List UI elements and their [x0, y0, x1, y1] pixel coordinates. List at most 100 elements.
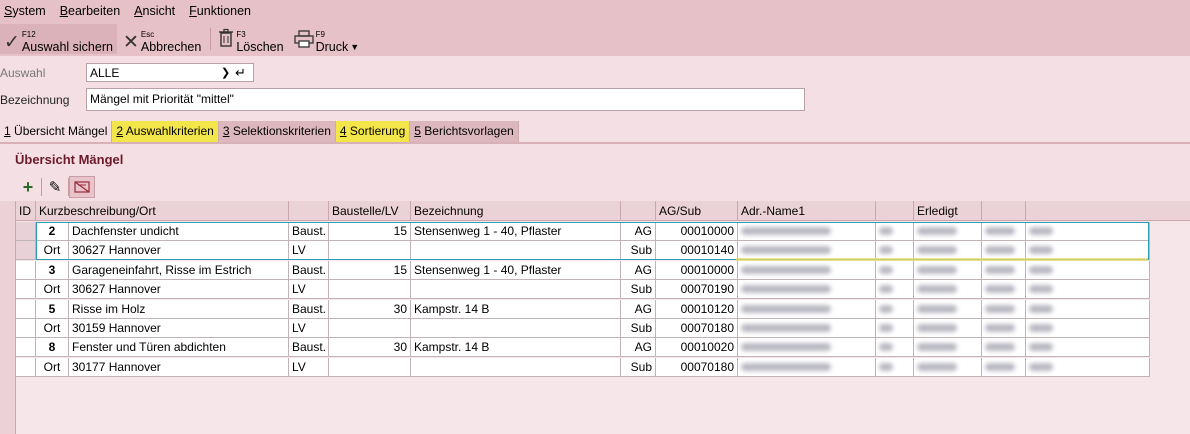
table-cell[interactable] [411, 357, 621, 377]
table-cell[interactable]: Stensenweg 1 - 40, Pflaster [411, 260, 621, 280]
table-cell[interactable]: Fenster und Türen abdichten [69, 338, 289, 358]
table-cell[interactable]: LV [289, 357, 329, 377]
table-cell[interactable]: LV [289, 319, 329, 338]
bezeichnung-input[interactable]: Mängel mit Priorität "mittel" [86, 88, 805, 111]
tab-auswahlkriterien[interactable]: 2 Auswahlkriterien [112, 121, 219, 142]
table-cell[interactable]: Sub [621, 241, 656, 261]
table-cell[interactable]: AG [621, 299, 656, 319]
table-row[interactable]: Ort 30159 Hannover LV Sub 00070180 [16, 319, 1151, 338]
column-header[interactable] [289, 201, 329, 221]
table-cell[interactable]: Ort [36, 241, 69, 261]
column-header[interactable]: Baustelle/LV [329, 201, 411, 221]
menu-funktionen[interactable]: Funktionen [189, 4, 251, 18]
table-cell[interactable]: LV [289, 241, 329, 261]
save-selection-button[interactable]: ✓ F12 Auswahl sichern [0, 24, 117, 54]
table-cell[interactable]: LV [289, 280, 329, 300]
row-header-cell[interactable] [16, 260, 36, 280]
auswahl-select[interactable]: ALLE ❯ ↵ [86, 63, 254, 82]
table-cell[interactable]: 5 [36, 299, 69, 319]
enter-icon[interactable]: ↵ [235, 65, 253, 81]
table-cell[interactable]: Dachfenster undicht [69, 222, 289, 241]
row-header-cell[interactable] [16, 280, 36, 300]
tab-sortierung[interactable]: 4 Sortierung [335, 121, 411, 142]
menu-bearbeiten[interactable]: Bearbeiten [60, 4, 120, 18]
table-row[interactable]: Ort 30627 Hannover LV Sub 00070190 [16, 280, 1151, 300]
row-header-cell[interactable] [16, 241, 36, 261]
menu-system[interactable]: System [4, 4, 46, 18]
table-cell[interactable] [329, 357, 411, 377]
table-cell[interactable]: 00010000 [656, 260, 738, 280]
table-cell[interactable]: Sub [621, 280, 656, 300]
table-cell[interactable]: 00010140 [656, 241, 738, 261]
table-cell[interactable]: 00010000 [656, 222, 738, 241]
table-cell[interactable]: AG [621, 260, 656, 280]
table-cell[interactable] [329, 280, 411, 300]
tab-uebersicht[interactable]: 1 Übersicht Mängel [0, 121, 113, 142]
table-cell[interactable]: 00070190 [656, 280, 738, 300]
table-row[interactable]: 2 Dachfenster undicht Baust. 15 Stensenweg 1… [16, 222, 1151, 241]
table-row[interactable]: 8 Fenster und Türen abdichten Baust. 30 Kamp… [16, 338, 1151, 358]
table-cell[interactable]: 15 [329, 222, 411, 241]
table-cell[interactable]: Kampstr. 14 B [411, 338, 621, 358]
row-header-cell[interactable] [16, 319, 36, 338]
table-cell[interactable]: 2 [36, 222, 69, 241]
column-header[interactable] [982, 201, 1026, 221]
table-cell[interactable]: AG [621, 338, 656, 358]
row-header-cell[interactable] [16, 299, 36, 319]
table-cell[interactable]: Sub [621, 319, 656, 338]
table-cell[interactable] [329, 319, 411, 338]
column-header[interactable]: Erledigt [914, 201, 982, 221]
column-header[interactable]: Adr.-Name1 [738, 201, 876, 221]
table-cell[interactable]: Ort [36, 357, 69, 377]
table-cell[interactable]: 30159 Hannover [69, 319, 289, 338]
tab-selektionskriterien[interactable]: 3 Selektionskriterien [218, 121, 336, 142]
dropdown-arrow-icon[interactable]: ▼ [350, 42, 359, 52]
table-cell[interactable]: Baust. [289, 222, 329, 241]
filter-off-icon[interactable] [69, 176, 95, 198]
table-cell[interactable]: Stensenweg 1 - 40, Pflaster [411, 222, 621, 241]
table-cell[interactable]: 00010020 [656, 338, 738, 358]
column-header[interactable] [621, 201, 656, 221]
table-cell[interactable]: Kampstr. 14 B [411, 299, 621, 319]
add-icon[interactable]: + [15, 176, 41, 198]
table-cell[interactable]: Baust. [289, 299, 329, 319]
column-header[interactable]: Kurzbeschreibung/Ort [36, 201, 289, 221]
table-cell[interactable]: 00010120 [656, 299, 738, 319]
table-cell[interactable]: 15 [329, 260, 411, 280]
column-header[interactable] [876, 201, 914, 221]
table-cell[interactable]: Garageneinfahrt, Risse im Estrich [69, 260, 289, 280]
row-header-cell[interactable] [16, 357, 36, 377]
table-cell[interactable]: Ort [36, 319, 69, 338]
delete-button[interactable]: F3 Löschen [214, 24, 287, 54]
table-cell[interactable] [411, 241, 621, 261]
table-cell[interactable] [411, 280, 621, 300]
cancel-button[interactable]: ✕ Esc Abbrechen [119, 24, 205, 54]
tab-berichtsvorlagen[interactable]: 5 Berichtsvorlagen [410, 121, 519, 142]
table-cell[interactable]: 30627 Hannover [69, 280, 289, 300]
table-cell[interactable]: Baust. [289, 338, 329, 358]
table-cell[interactable] [411, 319, 621, 338]
column-header[interactable] [1026, 201, 1190, 221]
table-cell[interactable]: 30 [329, 299, 411, 319]
table-row[interactable]: 3 Garageneinfahrt, Risse im Estrich Baust.… [16, 260, 1151, 280]
table-cell[interactable]: 00070180 [656, 319, 738, 338]
column-header[interactable]: Bezeichnung [411, 201, 621, 221]
table-cell[interactable]: AG [621, 222, 656, 241]
table-cell[interactable]: 3 [36, 260, 69, 280]
column-header[interactable]: AG/Sub [656, 201, 738, 221]
table-cell[interactable]: Risse im Holz [69, 299, 289, 319]
table-cell[interactable]: 30177 Hannover [69, 357, 289, 377]
table-cell[interactable]: 30 [329, 338, 411, 358]
table-cell[interactable]: 30627 Hannover [69, 241, 289, 261]
print-button[interactable]: F9 Druck ▼ [290, 24, 364, 54]
menu-ansicht[interactable]: Ansicht [134, 4, 175, 18]
row-header-cell[interactable] [16, 222, 36, 241]
table-cell[interactable] [329, 241, 411, 261]
table-cell[interactable]: 8 [36, 338, 69, 358]
edit-pencil-icon[interactable]: ✎ [42, 176, 68, 198]
chevron-down-icon[interactable]: ❯ [221, 66, 235, 79]
table-cell[interactable]: Baust. [289, 260, 329, 280]
table-cell[interactable]: Sub [621, 357, 656, 377]
column-header[interactable]: ID [16, 201, 36, 221]
table-cell[interactable]: 00070180 [656, 357, 738, 377]
